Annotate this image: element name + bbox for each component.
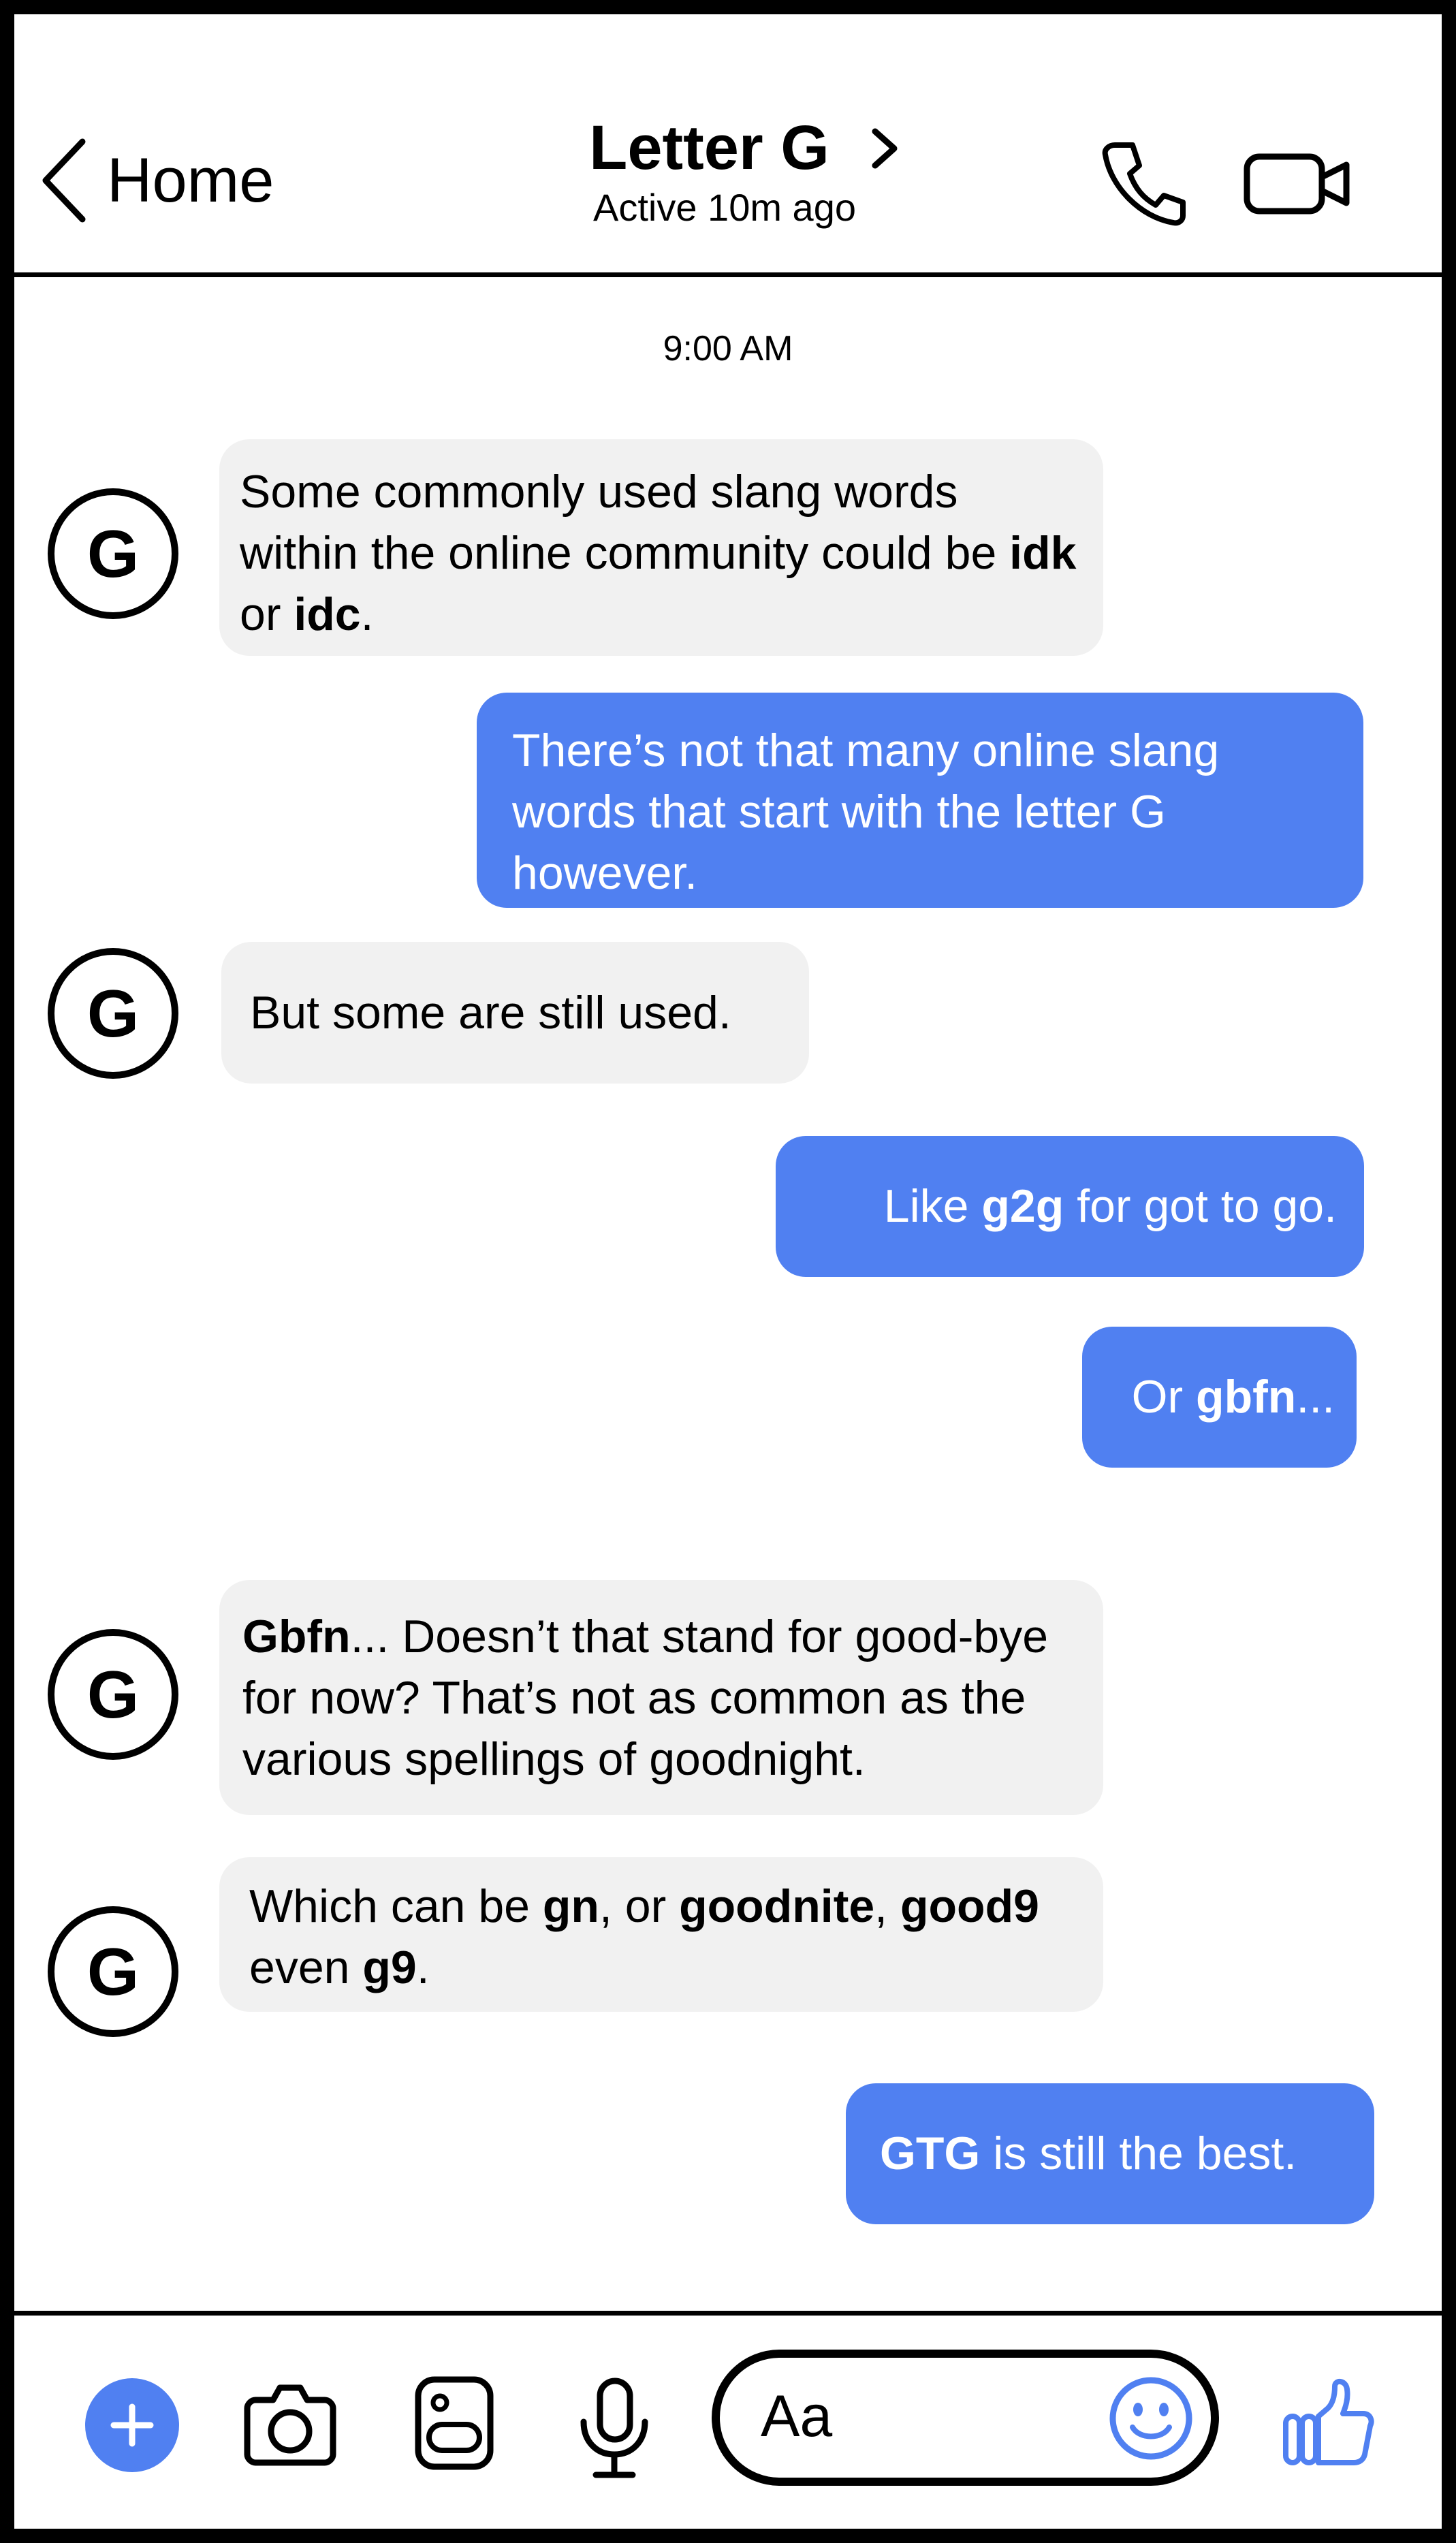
contact-avatar[interactable]: G: [48, 1629, 178, 1760]
message-text: for got to go.: [1064, 1180, 1337, 1232]
video-call-button[interactable]: [1243, 150, 1352, 218]
avatar-letter: G: [86, 1656, 140, 1732]
incoming-message[interactable]: Gbfn... Doesn’t that stand for good-bye …: [219, 1580, 1103, 1815]
outgoing-message[interactable]: There’s not that many online slang words…: [477, 693, 1363, 908]
message-text: Which can be: [249, 1880, 543, 1932]
incoming-message[interactable]: But some are still used.: [221, 942, 809, 1084]
gallery-icon: [415, 2376, 494, 2470]
message-text: .: [360, 588, 374, 640]
contact-info[interactable]: Letter G Active 10m ago: [524, 112, 966, 230]
message-input[interactable]: [761, 2382, 1067, 2450]
outgoing-message[interactable]: Like g2g for got to go.: [776, 1136, 1364, 1277]
avatar-letter: G: [86, 975, 140, 1051]
message-text-bold: goodnite: [679, 1880, 875, 1932]
avatar-letter: G: [86, 516, 140, 591]
video-camera-icon: [1244, 153, 1350, 215]
contact-status: Active 10m ago: [593, 186, 856, 229]
message-text: , or: [599, 1880, 680, 1932]
message-text: There’s not that many online slang words…: [512, 725, 1220, 899]
message-text-bold: g2g: [981, 1180, 1064, 1232]
outgoing-message[interactable]: Or gbfn...: [1082, 1327, 1357, 1468]
footer-divider: [14, 2311, 1442, 2316]
message-text: .: [416, 1942, 430, 1993]
header-divider: [14, 272, 1442, 277]
message-text: But some are still used.: [250, 987, 731, 1039]
message-text: Or: [1131, 1371, 1197, 1423]
message-text-bold: idk: [1009, 527, 1077, 579]
message-text: or: [240, 588, 294, 640]
call-button[interactable]: [1100, 140, 1188, 228]
message-text-bold: good9: [900, 1880, 1039, 1932]
message-timestamp: 9:00 AM: [663, 329, 793, 368]
message-text: ... Doesn’t that stand for good-bye for …: [242, 1611, 1049, 1785]
more-actions-button[interactable]: [85, 2378, 179, 2472]
incoming-message[interactable]: Which can be gn, or goodnite, good9 even…: [219, 1857, 1103, 2012]
message-text: Like: [883, 1180, 982, 1232]
thumbs-up-icon: [1283, 2379, 1374, 2465]
back-label: Home: [107, 145, 274, 215]
emoji-button[interactable]: [1108, 2375, 1194, 2461]
camera-icon: [244, 2384, 336, 2466]
outgoing-message[interactable]: GTG is still the best.: [846, 2083, 1374, 2224]
like-button[interactable]: [1280, 2374, 1376, 2469]
contact-avatar[interactable]: G: [48, 488, 178, 619]
avatar-letter: G: [86, 1933, 140, 2009]
gallery-button[interactable]: [414, 2375, 494, 2471]
message-text-bold: gbfn: [1196, 1371, 1297, 1423]
chevron-right-icon: [872, 128, 898, 168]
smiley-icon: [1109, 2377, 1192, 2460]
message-text: is still the best.: [980, 2128, 1297, 2179]
message-text: Some commonly used slang words within th…: [240, 466, 1010, 579]
message-text-bold: idc: [294, 588, 361, 640]
message-text: ,: [874, 1880, 900, 1932]
back-button[interactable]: Home: [37, 123, 274, 238]
message-text-bold: gn: [542, 1880, 599, 1932]
message-text: even: [249, 1942, 363, 1993]
contact-avatar[interactable]: G: [48, 1906, 178, 2037]
message-composer[interactable]: [712, 2350, 1219, 2486]
microphone-icon: [580, 2378, 648, 2478]
message-text: ...: [1296, 1371, 1335, 1423]
message-text-bold: Gbfn: [242, 1611, 351, 1662]
contact-name: Letter G: [589, 113, 829, 183]
incoming-message[interactable]: Some commonly used slang words within th…: [219, 439, 1103, 656]
phone-icon: [1102, 142, 1186, 226]
microphone-button[interactable]: [575, 2377, 654, 2479]
contact-avatar[interactable]: G: [48, 948, 178, 1079]
message-text-bold: g9: [362, 1942, 417, 1993]
message-text-bold: GTG: [880, 2128, 981, 2179]
camera-button[interactable]: [243, 2380, 337, 2468]
chevron-left-icon: [42, 138, 86, 223]
plus-icon: [110, 2403, 154, 2447]
